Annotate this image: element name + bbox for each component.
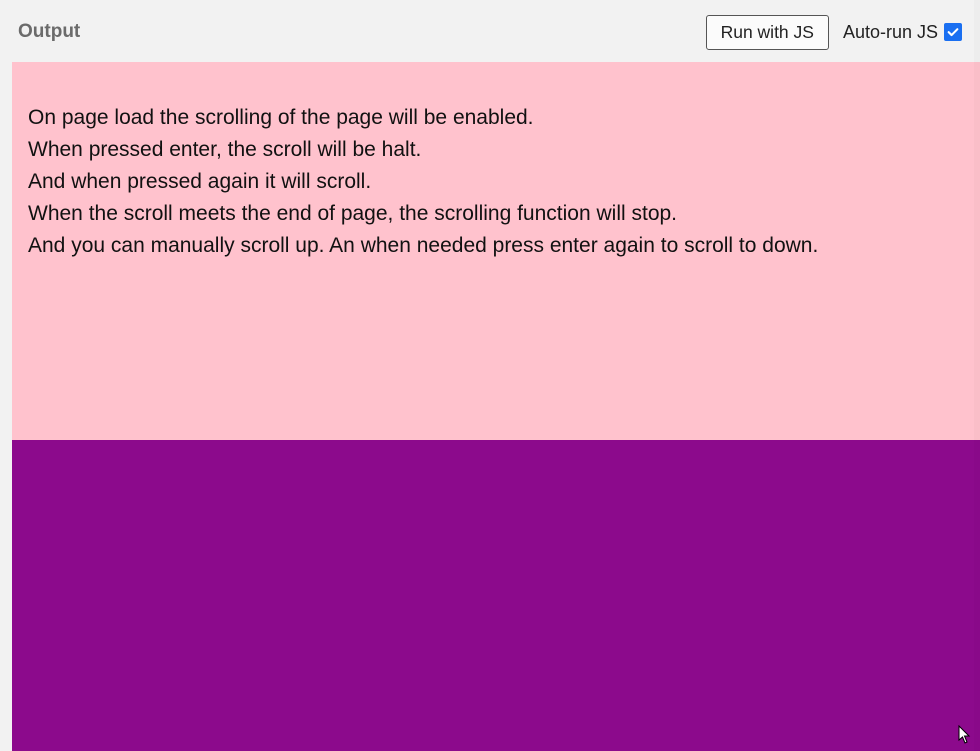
scrollbar[interactable] bbox=[974, 0, 980, 751]
instruction-line: On page load the scrolling of the page w… bbox=[28, 102, 964, 134]
auto-run-label: Auto-run JS bbox=[843, 22, 938, 43]
instruction-text: On page load the scrolling of the page w… bbox=[28, 102, 964, 262]
instruction-line: When the scroll meets the end of page, t… bbox=[28, 198, 964, 230]
instruction-line: And you can manually scroll up. An when … bbox=[28, 230, 964, 262]
section-purple bbox=[12, 440, 980, 751]
section-pink: On page load the scrolling of the page w… bbox=[12, 62, 980, 440]
header-controls: Run with JS Auto-run JS bbox=[706, 15, 962, 50]
auto-run-toggle[interactable]: Auto-run JS bbox=[843, 22, 962, 43]
instruction-line: When pressed enter, the scroll will be h… bbox=[28, 134, 964, 166]
instruction-line: And when pressed again it will scroll. bbox=[28, 166, 964, 198]
output-area: On page load the scrolling of the page w… bbox=[12, 62, 980, 751]
run-with-js-button[interactable]: Run with JS bbox=[706, 15, 829, 50]
output-header: Output Run with JS Auto-run JS bbox=[0, 0, 980, 62]
output-title: Output bbox=[18, 21, 80, 43]
auto-run-checkbox[interactable] bbox=[944, 23, 962, 41]
check-icon bbox=[946, 25, 960, 39]
